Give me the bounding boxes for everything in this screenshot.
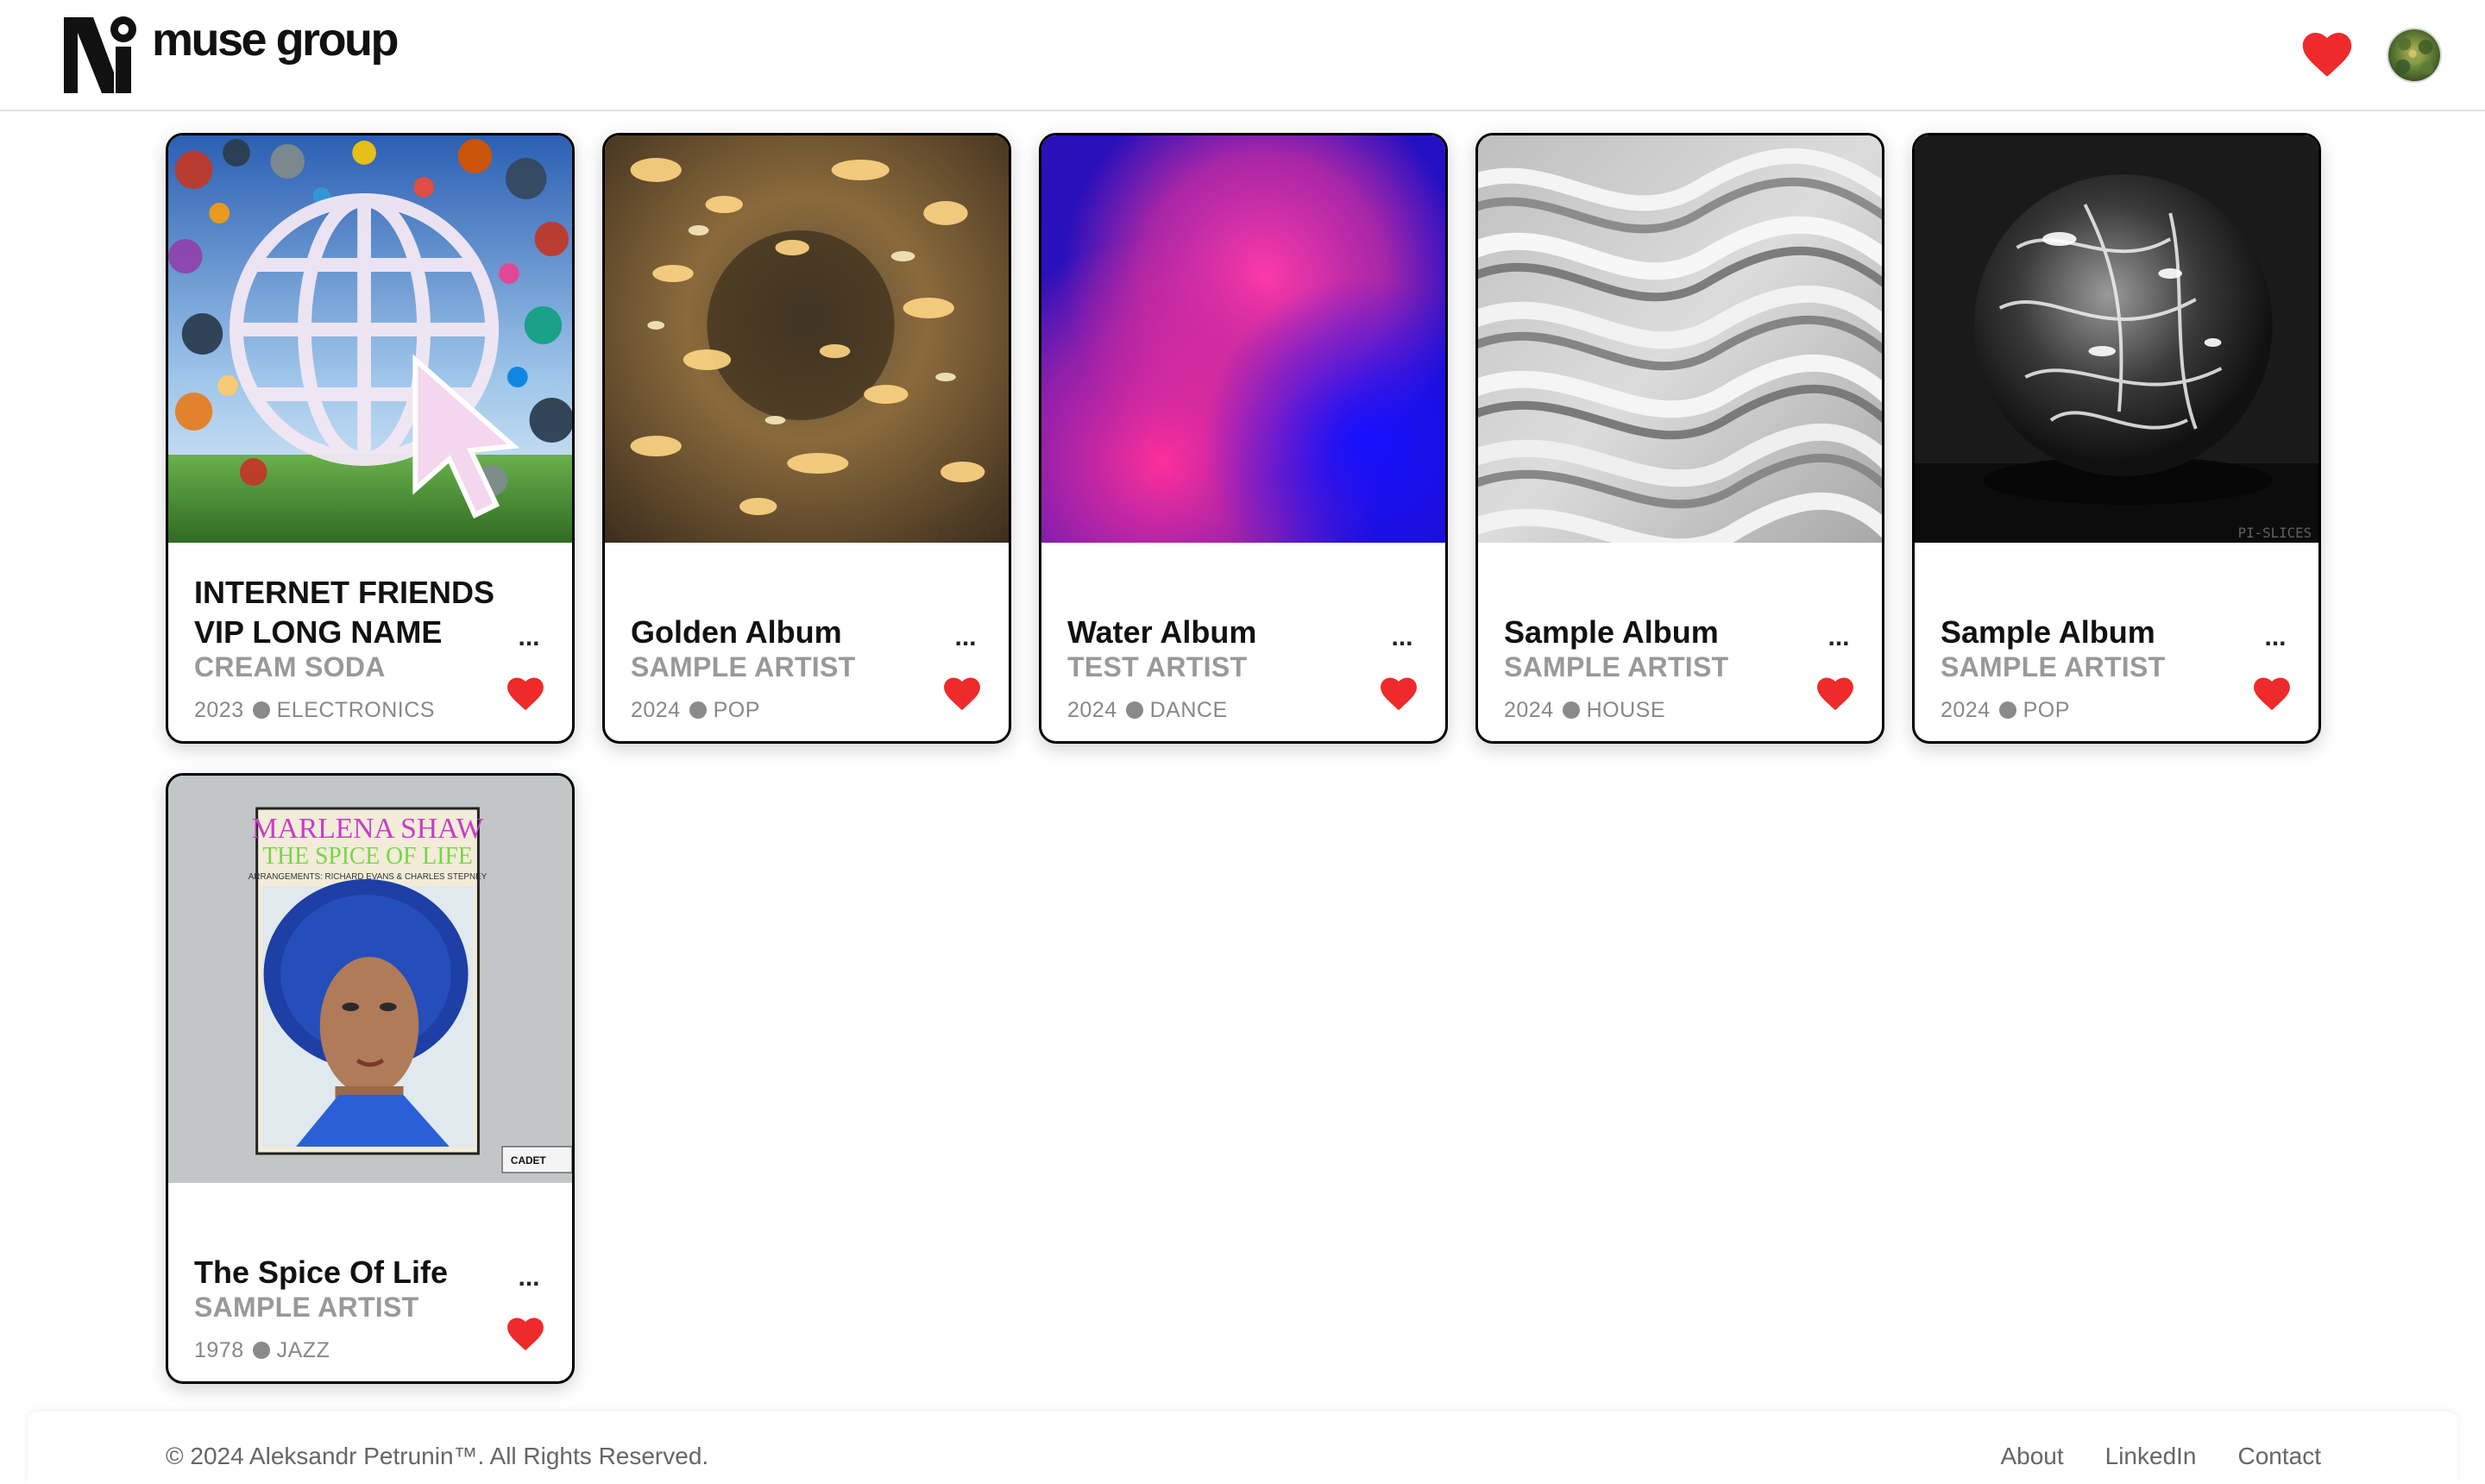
album-artist: SAMPLE ARTIST xyxy=(1504,651,1729,682)
cover-label-text: CADET xyxy=(511,1154,546,1166)
cover-artist-text: MARLENA SHAW xyxy=(252,813,484,845)
album-cover: PI-SLICES xyxy=(605,135,1009,543)
page-footer: © 2024 Aleksandr Petrunin™. All Rights R… xyxy=(28,1412,2457,1484)
album-year: 2024 xyxy=(631,698,681,722)
album-genre: POP xyxy=(713,698,760,722)
more-options-button[interactable]: ... xyxy=(1823,625,1854,651)
album-cover: MARLENA SHAW THE SPICE OF LIFE ARRANGEME… xyxy=(168,776,572,1183)
more-options-button[interactable]: ... xyxy=(950,625,981,651)
favorite-heart-icon[interactable] xyxy=(1816,676,1854,711)
separator-dot-icon xyxy=(1562,701,1580,719)
album-year: 2024 xyxy=(1067,698,1117,722)
more-options-button[interactable]: ... xyxy=(1387,625,1418,651)
album-meta: 1978 JAZZ xyxy=(194,1336,330,1364)
album-info: The Spice Of Life SAMPLE ARTIST 1978 JAZ… xyxy=(168,1183,572,1381)
logo-text: muse group xyxy=(152,14,399,66)
album-title: The Spice Of Life xyxy=(194,1254,449,1290)
separator-dot-icon xyxy=(252,1342,270,1359)
more-options-button[interactable]: ... xyxy=(2260,625,2291,651)
footer-link-contact[interactable]: Contact xyxy=(2238,1443,2322,1470)
favorite-heart-icon[interactable] xyxy=(2253,676,2291,711)
more-options-button[interactable]: ... xyxy=(513,625,544,651)
album-title: INTERNET FRIENDS VIP LONG NAME xyxy=(194,575,495,650)
favorites-heart-icon[interactable] xyxy=(2301,31,2353,78)
avatar-image xyxy=(2388,29,2440,81)
album-artist: CREAM SODA xyxy=(194,651,386,682)
muse-logo-icon xyxy=(64,16,136,93)
album-title: Sample Album xyxy=(1504,614,1719,650)
album-cover xyxy=(1478,135,1882,543)
separator-dot-icon xyxy=(1998,701,2016,719)
favorite-heart-icon[interactable] xyxy=(506,1317,544,1351)
album-genre: JAZZ xyxy=(276,1338,330,1362)
silver-waves-cover-image xyxy=(1478,135,1882,543)
separator-dot-icon xyxy=(689,701,707,719)
copyright-text: © 2024 Aleksandr Petrunin™. All Rights R… xyxy=(166,1443,709,1469)
album-cover: PI-SLICES xyxy=(1915,135,2318,543)
cover-watermark: PI-SLICES xyxy=(928,525,1002,541)
album-artist: SAMPLE ARTIST xyxy=(194,1292,419,1323)
album-card[interactable]: PI-SLICES Golden Album SAMPLE ARTIST 202… xyxy=(602,133,1011,744)
top-header: muse group xyxy=(0,0,2485,111)
album-meta: 2024 DANCE xyxy=(1067,696,1228,724)
album-cover xyxy=(1041,135,1445,543)
separator-dot-icon xyxy=(252,701,270,719)
album-artist: SAMPLE ARTIST xyxy=(1941,651,2166,682)
album-card[interactable]: PI-SLICES Sample Album SAMPLE ARTIST 202… xyxy=(1912,133,2321,744)
footer-link-linkedin[interactable]: LinkedIn xyxy=(2105,1443,2197,1470)
album-artist: SAMPLE ARTIST xyxy=(631,651,856,682)
album-year: 2024 xyxy=(1504,698,1554,722)
album-meta: 2024 HOUSE xyxy=(1504,696,1665,724)
album-genre: POP xyxy=(2023,698,2070,722)
golden-cover-image: PI-SLICES xyxy=(605,135,1009,543)
cover-watermark: PI-SLICES xyxy=(2238,525,2312,541)
gradient-cover-image xyxy=(1041,135,1445,543)
favorite-heart-icon[interactable] xyxy=(506,676,544,711)
separator-dot-icon xyxy=(1125,701,1143,719)
album-meta: 2024 POP xyxy=(1941,696,2070,724)
album-card[interactable]: Water Album TEST ARTIST 2024 DANCE ... xyxy=(1039,133,1448,744)
more-options-button[interactable]: ... xyxy=(513,1265,544,1291)
favorite-heart-icon[interactable] xyxy=(1380,676,1418,711)
album-info: Water Album TEST ARTIST 2024 DANCE ... xyxy=(1041,543,1445,741)
internet-friends-cover-image xyxy=(168,135,572,543)
album-genre: HOUSE xyxy=(1586,698,1666,722)
album-year: 2023 xyxy=(194,698,244,722)
album-genre: ELECTRONICS xyxy=(276,698,435,722)
cover-title-text: THE SPICE OF LIFE xyxy=(262,843,472,870)
crystal-sphere-cover-image: PI-SLICES xyxy=(1915,135,2318,543)
footer-nav: About LinkedIn Contact xyxy=(2000,1443,2321,1470)
album-card[interactable]: INTERNET FRIENDS VIP LONG NAME CREAM SOD… xyxy=(166,133,575,744)
user-avatar[interactable] xyxy=(2387,28,2442,83)
album-meta: 2023 ELECTRONICS xyxy=(194,696,435,724)
album-genre: DANCE xyxy=(1149,698,1228,722)
album-card[interactable]: Sample Album SAMPLE ARTIST 2024 HOUSE ..… xyxy=(1475,133,1884,744)
album-info: Sample Album SAMPLE ARTIST 2024 HOUSE ..… xyxy=(1478,543,1882,741)
album-meta: 2024 POP xyxy=(631,696,760,724)
favorite-heart-icon[interactable] xyxy=(943,676,981,711)
muse-group-logo[interactable]: muse group xyxy=(64,12,399,95)
album-info: INTERNET FRIENDS VIP LONG NAME CREAM SOD… xyxy=(168,543,572,741)
album-year: 1978 xyxy=(194,1338,244,1362)
album-info: Sample Album SAMPLE ARTIST 2024 POP ... xyxy=(1915,543,2318,741)
marlena-shaw-cover-image: MARLENA SHAW THE SPICE OF LIFE ARRANGEME… xyxy=(168,776,572,1183)
album-info: Golden Album SAMPLE ARTIST 2024 POP ... xyxy=(605,543,1009,741)
album-cover xyxy=(168,135,572,543)
album-year: 2024 xyxy=(1941,698,1991,722)
album-title: Water Album xyxy=(1067,614,1257,650)
album-artist: TEST ARTIST xyxy=(1067,651,1248,682)
album-title: Golden Album xyxy=(631,614,842,650)
album-card[interactable]: MARLENA SHAW THE SPICE OF LIFE ARRANGEME… xyxy=(166,773,575,1384)
footer-link-about[interactable]: About xyxy=(2000,1443,2063,1470)
album-title: Sample Album xyxy=(1941,614,2155,650)
